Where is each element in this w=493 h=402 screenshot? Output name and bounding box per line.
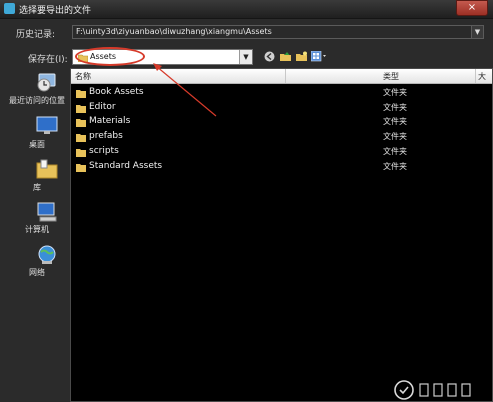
column-divider[interactable] [475,69,476,83]
save-in-label: 保存在(I): [28,55,68,65]
file-name: Editor [89,102,116,112]
folder-icon [76,149,86,157]
file-name: Book Assets [89,87,144,97]
file-type: 文件夹 [383,147,407,156]
window-title: 选择要导出的文件 [19,6,92,16]
folder-icon [76,134,86,142]
computer-icon [37,202,57,222]
file-type: 文件夹 [383,162,407,171]
view-menu-icon[interactable] [311,51,327,62]
place-label-desktop: 桌面 [29,140,45,149]
history-dropdown[interactable]: F:\uinty3d\ziyuanbao\diwuzhang\xiangmu\A… [72,25,484,39]
file-name: Standard Assets [89,161,163,171]
file-type: 文件夹 [383,117,407,126]
app-icon [4,3,15,14]
chevron-down-icon[interactable]: ▼ [471,26,483,38]
file-list[interactable]: 名称 类型 大 Book Assets 文件夹 Editor 文件夹 Mater… [70,68,493,402]
places-bar: 最近访问的位置 桌面 库 计算机 网络 [6,68,66,398]
folder-icon [76,90,86,98]
network-icon [38,245,56,264]
list-item[interactable]: prefabs 文件夹 [71,130,492,144]
new-folder-icon[interactable] [296,51,307,62]
place-computer[interactable] [6,201,68,226]
folder-icon [76,119,86,127]
list-item[interactable]: Editor 文件夹 [71,101,492,115]
desktop-icon [36,116,58,134]
place-label-network: 网络 [29,268,45,277]
place-library[interactable] [6,158,68,183]
recent-places-icon [37,73,56,92]
title-bar: 选择要导出的文件 × [0,0,493,19]
file-type: 文件夹 [383,88,407,97]
place-label-library: 库 [33,183,41,192]
place-desktop[interactable] [6,116,68,139]
column-size[interactable]: 大 [478,71,486,82]
library-icon [36,159,58,179]
file-name: prefabs [89,131,123,141]
back-icon[interactable] [264,51,275,62]
place-recent[interactable] [6,70,68,95]
place-network[interactable] [6,244,68,269]
list-item[interactable]: Materials 文件夹 [71,115,492,129]
place-label-computer: 计算机 [25,225,49,234]
folder-icon [76,105,86,113]
watermark-logo [394,380,471,400]
list-item[interactable]: scripts 文件夹 [71,145,492,159]
column-header: 名称 类型 大 [71,69,492,84]
list-item[interactable]: Standard Assets 文件夹 [71,160,492,174]
list-item[interactable]: Book Assets 文件夹 [71,86,492,100]
chevron-down-icon[interactable]: ▼ [239,50,252,64]
column-type[interactable]: 类型 [383,71,399,82]
file-name: Materials [89,116,131,126]
file-type: 文件夹 [383,103,407,112]
close-button[interactable]: × [456,0,488,16]
column-name[interactable]: 名称 [75,71,91,82]
column-divider[interactable] [285,69,286,83]
highlight-circle [75,47,145,66]
up-folder-icon[interactable] [280,51,291,62]
folder-icon [76,164,86,172]
history-value: F:\uinty3d\ziyuanbao\diwuzhang\xiangmu\A… [76,27,272,36]
file-type: 文件夹 [383,132,407,141]
place-label-recent: 最近访问的位置 [9,96,65,105]
file-name: scripts [89,146,119,156]
history-label: 历史记录: [16,30,56,40]
annotation-arrow [153,63,217,117]
